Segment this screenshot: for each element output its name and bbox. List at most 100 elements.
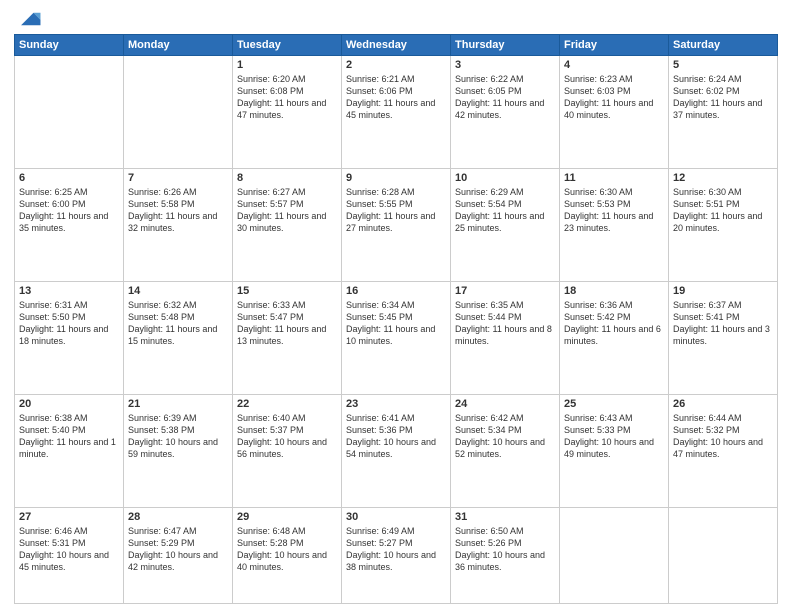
day-info: Sunrise: 6:44 AM Sunset: 5:32 PM Dayligh… — [673, 412, 773, 461]
day-number: 27 — [19, 511, 119, 523]
day-number: 7 — [128, 172, 228, 184]
day-number: 2 — [346, 59, 446, 71]
day-info: Sunrise: 6:25 AM Sunset: 6:00 PM Dayligh… — [19, 186, 119, 235]
calendar-cell: 5Sunrise: 6:24 AM Sunset: 6:02 PM Daylig… — [669, 56, 778, 169]
day-number: 18 — [564, 285, 664, 297]
calendar-cell: 31 Sunrise: 6:50 AM Sunset: 5:26 PM Dayli… — [451, 507, 560, 603]
calendar-header-sunday: Sunday — [15, 35, 124, 56]
day-number: 12 — [673, 172, 773, 184]
day-number: 4 — [564, 59, 664, 71]
calendar-cell: 20 Sunrise: 6:38 AM Sunset: 5:40 PM Dayli… — [15, 394, 124, 507]
day-info: Sunrise: 6:38 AM Sunset: 5:40 PM Dayligh… — [19, 412, 119, 461]
day-info: Sunrise: 6:36 AM Sunset: 5:42 PM Dayligh… — [564, 299, 664, 348]
calendar-cell: 25 Sunrise: 6:43 AM Sunset: 5:33 PM Dayli… — [560, 394, 669, 507]
day-number: 13 — [19, 285, 119, 297]
calendar-cell: 21 Sunrise: 6:39 AM Sunset: 5:38 PM Dayli… — [124, 394, 233, 507]
day-number: 6 — [19, 172, 119, 184]
day-number: 17 — [455, 285, 555, 297]
day-number: 21 — [128, 398, 228, 410]
day-info: Sunrise: 6:27 AM Sunset: 5:57 PM Dayligh… — [237, 186, 337, 235]
calendar-week-2: 6 Sunrise: 6:25 AM Sunset: 6:00 PM Daylig… — [15, 168, 778, 281]
calendar-header-monday: Monday — [124, 35, 233, 56]
day-info: Sunrise: 6:28 AM Sunset: 5:55 PM Dayligh… — [346, 186, 446, 235]
calendar-cell: 6 Sunrise: 6:25 AM Sunset: 6:00 PM Daylig… — [15, 168, 124, 281]
day-number: 25 — [564, 398, 664, 410]
calendar-header-row: SundayMondayTuesdayWednesdayThursdayFrid… — [15, 35, 778, 56]
calendar-week-4: 20 Sunrise: 6:38 AM Sunset: 5:40 PM Dayli… — [15, 394, 778, 507]
calendar-cell: 26 Sunrise: 6:44 AM Sunset: 5:32 PM Dayli… — [669, 394, 778, 507]
day-info: Sunrise: 6:22 AM Sunset: 6:05 PM Dayligh… — [455, 73, 555, 122]
calendar-cell: 28 Sunrise: 6:47 AM Sunset: 5:29 PM Dayli… — [124, 507, 233, 603]
day-number: 9 — [346, 172, 446, 184]
day-number: 31 — [455, 511, 555, 523]
calendar-header-wednesday: Wednesday — [342, 35, 451, 56]
day-info: Sunrise: 6:41 AM Sunset: 5:36 PM Dayligh… — [346, 412, 446, 461]
calendar-cell — [15, 56, 124, 169]
calendar-cell: 27 Sunrise: 6:46 AM Sunset: 5:31 PM Dayli… — [15, 507, 124, 603]
calendar-cell: 29Sunrise: 6:48 AM Sunset: 5:28 PM Dayli… — [233, 507, 342, 603]
day-info: Sunrise: 6:50 AM Sunset: 5:26 PM Dayligh… — [455, 525, 555, 574]
calendar-cell: 4 Sunrise: 6:23 AM Sunset: 6:03 PM Daylig… — [560, 56, 669, 169]
calendar-cell: 7Sunrise: 6:26 AM Sunset: 5:58 PM Daylig… — [124, 168, 233, 281]
day-number: 3 — [455, 59, 555, 71]
calendar-table: SundayMondayTuesdayWednesdayThursdayFrid… — [14, 34, 778, 604]
day-number: 8 — [237, 172, 337, 184]
day-info: Sunrise: 6:39 AM Sunset: 5:38 PM Dayligh… — [128, 412, 228, 461]
day-info: Sunrise: 6:29 AM Sunset: 5:54 PM Dayligh… — [455, 186, 555, 235]
day-number: 10 — [455, 172, 555, 184]
day-info: Sunrise: 6:20 AM Sunset: 6:08 PM Dayligh… — [237, 73, 337, 122]
day-number: 22 — [237, 398, 337, 410]
day-info: Sunrise: 6:40 AM Sunset: 5:37 PM Dayligh… — [237, 412, 337, 461]
day-info: Sunrise: 6:31 AM Sunset: 5:50 PM Dayligh… — [19, 299, 119, 348]
calendar-header-thursday: Thursday — [451, 35, 560, 56]
calendar-cell: 11Sunrise: 6:30 AM Sunset: 5:53 PM Dayli… — [560, 168, 669, 281]
calendar-cell: 15Sunrise: 6:33 AM Sunset: 5:47 PM Dayli… — [233, 281, 342, 394]
header — [14, 10, 778, 28]
day-info: Sunrise: 6:43 AM Sunset: 5:33 PM Dayligh… — [564, 412, 664, 461]
day-number: 15 — [237, 285, 337, 297]
day-number: 14 — [128, 285, 228, 297]
day-info: Sunrise: 6:42 AM Sunset: 5:34 PM Dayligh… — [455, 412, 555, 461]
calendar-cell — [669, 507, 778, 603]
calendar-cell: 22 Sunrise: 6:40 AM Sunset: 5:37 PM Dayli… — [233, 394, 342, 507]
day-info: Sunrise: 6:35 AM Sunset: 5:44 PM Dayligh… — [455, 299, 555, 348]
calendar-cell — [560, 507, 669, 603]
day-number: 5 — [673, 59, 773, 71]
calendar-cell: 24 Sunrise: 6:42 AM Sunset: 5:34 PM Dayli… — [451, 394, 560, 507]
day-number: 20 — [19, 398, 119, 410]
calendar-header-saturday: Saturday — [669, 35, 778, 56]
calendar-cell: 17 Sunrise: 6:35 AM Sunset: 5:44 PM Dayli… — [451, 281, 560, 394]
day-number: 1 — [237, 59, 337, 71]
day-info: Sunrise: 6:32 AM Sunset: 5:48 PM Dayligh… — [128, 299, 228, 348]
calendar-header-friday: Friday — [560, 35, 669, 56]
calendar-header-tuesday: Tuesday — [233, 35, 342, 56]
day-number: 30 — [346, 511, 446, 523]
calendar-cell: 8 Sunrise: 6:27 AM Sunset: 5:57 PM Daylig… — [233, 168, 342, 281]
page: SundayMondayTuesdayWednesdayThursdayFrid… — [0, 0, 792, 612]
calendar-cell: 10 Sunrise: 6:29 AM Sunset: 5:54 PM Dayli… — [451, 168, 560, 281]
day-number: 28 — [128, 511, 228, 523]
calendar-week-3: 13 Sunrise: 6:31 AM Sunset: 5:50 PM Dayli… — [15, 281, 778, 394]
day-number: 16 — [346, 285, 446, 297]
day-number: 24 — [455, 398, 555, 410]
day-number: 23 — [346, 398, 446, 410]
day-number: 26 — [673, 398, 773, 410]
calendar-cell: 30 Sunrise: 6:49 AM Sunset: 5:27 PM Dayli… — [342, 507, 451, 603]
calendar-cell — [124, 56, 233, 169]
day-info: Sunrise: 6:47 AM Sunset: 5:29 PM Dayligh… — [128, 525, 228, 574]
day-info: Sunrise: 6:37 AM Sunset: 5:41 PM Dayligh… — [673, 299, 773, 348]
calendar-cell: 1 Sunrise: 6:20 AM Sunset: 6:08 PM Daylig… — [233, 56, 342, 169]
calendar-cell: 23 Sunrise: 6:41 AM Sunset: 5:36 PM Dayli… — [342, 394, 451, 507]
calendar-week-5: 27 Sunrise: 6:46 AM Sunset: 5:31 PM Dayli… — [15, 507, 778, 603]
day-info: Sunrise: 6:46 AM Sunset: 5:31 PM Dayligh… — [19, 525, 119, 574]
calendar-cell: 16 Sunrise: 6:34 AM Sunset: 5:45 PM Dayli… — [342, 281, 451, 394]
calendar-cell: 9 Sunrise: 6:28 AM Sunset: 5:55 PM Daylig… — [342, 168, 451, 281]
day-info: Sunrise: 6:30 AM Sunset: 5:53 PM Dayligh… — [564, 186, 664, 235]
day-info: Sunrise: 6:23 AM Sunset: 6:03 PM Dayligh… — [564, 73, 664, 122]
calendar-cell: 3 Sunrise: 6:22 AM Sunset: 6:05 PM Daylig… — [451, 56, 560, 169]
day-number: 19 — [673, 285, 773, 297]
day-info: Sunrise: 6:49 AM Sunset: 5:27 PM Dayligh… — [346, 525, 446, 574]
day-info: Sunrise: 6:21 AM Sunset: 6:06 PM Dayligh… — [346, 73, 446, 122]
calendar-cell: 18 Sunrise: 6:36 AM Sunset: 5:42 PM Dayli… — [560, 281, 669, 394]
day-info: Sunrise: 6:34 AM Sunset: 5:45 PM Dayligh… — [346, 299, 446, 348]
